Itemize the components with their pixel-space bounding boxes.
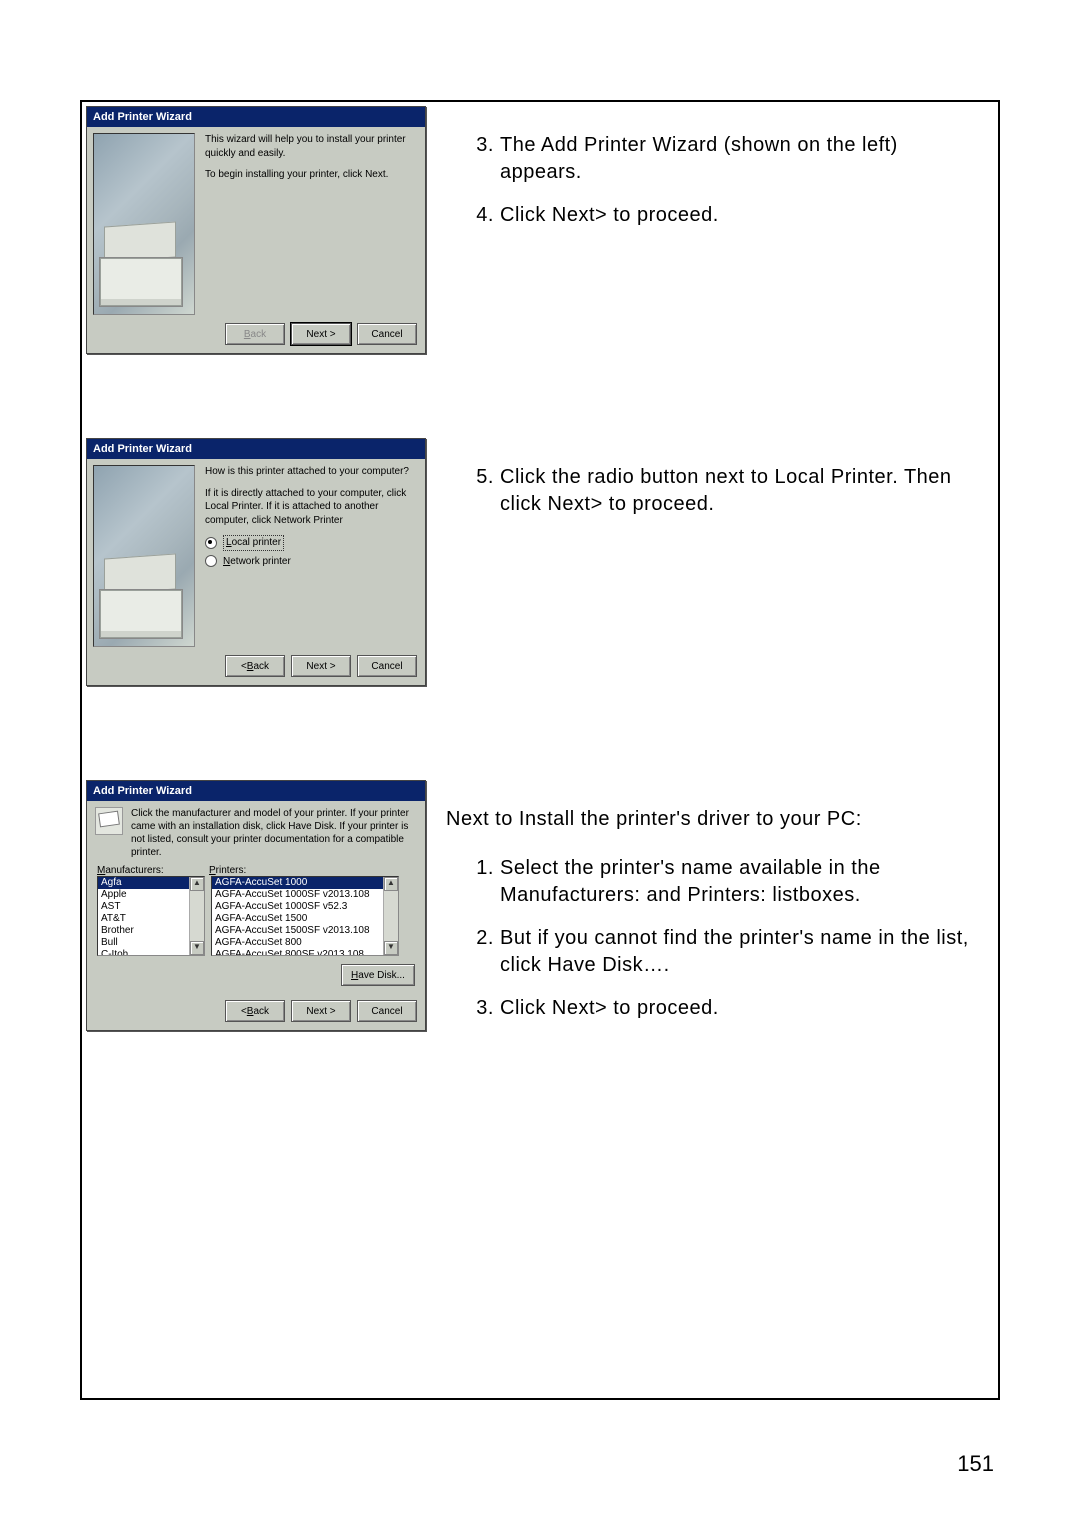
list-item[interactable]: AGFA-AccuSet 800SF v2013.108 — [212, 949, 398, 956]
instruction-d2: But if you cannot find the printer's nam… — [500, 925, 978, 979]
instruction-d3: Click Next> to proceed. — [500, 995, 978, 1022]
dialog-connection-type: Add Printer Wizard How is this printer a… — [86, 438, 426, 686]
instruction-list-2: Click the radio button next to Local Pri… — [472, 464, 978, 518]
radio-network-label: Network printer — [223, 555, 291, 569]
printer-illustration — [93, 465, 195, 647]
connection-hint: If it is directly attached to your compu… — [205, 487, 417, 528]
radio-local-label: Local printer — [223, 535, 284, 551]
dialog-buttons: < Back Next > Cancel — [87, 994, 425, 1030]
list-item[interactable]: AGFA-AccuSet 1500SF v2013.108 — [212, 925, 398, 937]
have-disk-row: Have Disk... — [87, 960, 425, 994]
page-frame: Add Printer Wizard This wizard will help… — [80, 100, 1000, 1400]
list-item[interactable]: AGFA-AccuSet 1000 — [212, 877, 398, 889]
scrollbar[interactable]: ▲ ▼ — [383, 877, 398, 955]
list-row: Agfa Apple AST AT&T Brother Bull C-Itoh … — [87, 876, 425, 960]
list-item[interactable]: AGFA-AccuSet 1000SF v2013.108 — [212, 889, 398, 901]
instruction-3: The Add Printer Wizard (shown on the lef… — [500, 132, 978, 186]
label-manufacturers: Manufacturers: — [97, 865, 209, 876]
dialog-text: This wizard will help you to install you… — [205, 133, 417, 317]
dialog-titlebar: Add Printer Wizard — [87, 781, 425, 801]
list-item[interactable]: AGFA-AccuSet 1000SF v52.3 — [212, 901, 398, 913]
next-button[interactable]: Next > — [291, 323, 351, 345]
back-button[interactable]: < Back — [225, 655, 285, 677]
dialog-body: This wizard will help you to install you… — [87, 127, 425, 317]
scroll-up-icon[interactable]: ▲ — [384, 877, 398, 891]
printer-illustration — [93, 133, 195, 315]
cancel-button[interactable]: Cancel — [357, 1000, 417, 1022]
printers-listbox[interactable]: AGFA-AccuSet 1000 AGFA-AccuSet 1000SF v2… — [211, 876, 399, 956]
left-col-3: Add Printer Wizard Click the manufacture… — [82, 776, 432, 1031]
dialog-wizard-intro: Add Printer Wizard This wizard will help… — [86, 106, 426, 354]
list-item[interactable]: AGFA-AccuSet 800 — [212, 937, 398, 949]
driver-description: Click the manufacturer and model of your… — [131, 807, 417, 859]
manufacturers-listbox[interactable]: Agfa Apple AST AT&T Brother Bull C-Itoh … — [97, 876, 205, 956]
left-col-1: Add Printer Wizard This wizard will help… — [82, 102, 432, 354]
instruction-5: Click the radio button next to Local Pri… — [500, 464, 978, 518]
right-col-2: Click the radio button next to Local Pri… — [432, 434, 998, 534]
scroll-up-icon[interactable]: ▲ — [190, 877, 204, 891]
instruction-d1: Select the printer's name available in t… — [500, 855, 978, 909]
intro-line1: This wizard will help you to install you… — [205, 133, 417, 160]
spacer — [82, 686, 998, 776]
list-item[interactable]: AGFA-AccuSet 1500 — [212, 913, 398, 925]
dialog-body: How is this printer attached to your com… — [87, 459, 425, 649]
row-step2: Add Printer Wizard How is this printer a… — [82, 434, 998, 686]
scrollbar[interactable]: ▲ ▼ — [189, 877, 204, 955]
list-labels: Manufacturers: Printers: — [87, 861, 425, 876]
scroll-down-icon[interactable]: ▼ — [190, 941, 204, 955]
back-button[interactable]: < Back — [225, 1000, 285, 1022]
printer-icon — [95, 807, 123, 835]
right-col-3: Next to Install the printer's driver to … — [432, 776, 998, 1038]
instruction-list-1: The Add Printer Wizard (shown on the lef… — [472, 132, 978, 229]
dialog-buttons: Back Next > Cancel — [87, 317, 425, 353]
spacer — [82, 354, 998, 434]
cancel-button[interactable]: Cancel — [357, 655, 417, 677]
instruction-4: Click Next> to proceed. — [500, 202, 978, 229]
radio-network-printer[interactable]: Network printer — [205, 555, 417, 569]
left-col-2: Add Printer Wizard How is this printer a… — [82, 434, 432, 686]
next-button[interactable]: Next > — [291, 1000, 351, 1022]
cancel-button[interactable]: Cancel — [357, 323, 417, 345]
driver-intro: Next to Install the printer's driver to … — [446, 806, 978, 833]
radio-icon — [205, 537, 217, 549]
dialog-text: How is this printer attached to your com… — [205, 465, 417, 649]
dialog-buttons: < Back Next > Cancel — [87, 649, 425, 685]
connection-question: How is this printer attached to your com… — [205, 465, 417, 479]
row-step1: Add Printer Wizard This wizard will help… — [82, 102, 998, 354]
instruction-list-3: Select the printer's name available in t… — [472, 855, 978, 1022]
dialog-titlebar: Add Printer Wizard — [87, 107, 425, 127]
dialog-titlebar: Add Printer Wizard — [87, 439, 425, 459]
dialog-select-driver: Add Printer Wizard Click the manufacture… — [86, 780, 426, 1031]
back-button: Back — [225, 323, 285, 345]
radio-icon — [205, 555, 217, 567]
label-printers: Printers: — [209, 865, 246, 876]
row-step3: Add Printer Wizard Click the manufacture… — [82, 776, 998, 1038]
right-col-1: The Add Printer Wizard (shown on the lef… — [432, 102, 998, 245]
scroll-down-icon[interactable]: ▼ — [384, 941, 398, 955]
intro-line2: To begin installing your printer, click … — [205, 168, 417, 182]
radio-local-printer[interactable]: Local printer — [205, 535, 417, 551]
page-number: 151 — [957, 1451, 994, 1477]
have-disk-button[interactable]: Have Disk... — [341, 964, 415, 986]
driver-desc-row: Click the manufacturer and model of your… — [87, 801, 425, 861]
next-button[interactable]: Next > — [291, 655, 351, 677]
